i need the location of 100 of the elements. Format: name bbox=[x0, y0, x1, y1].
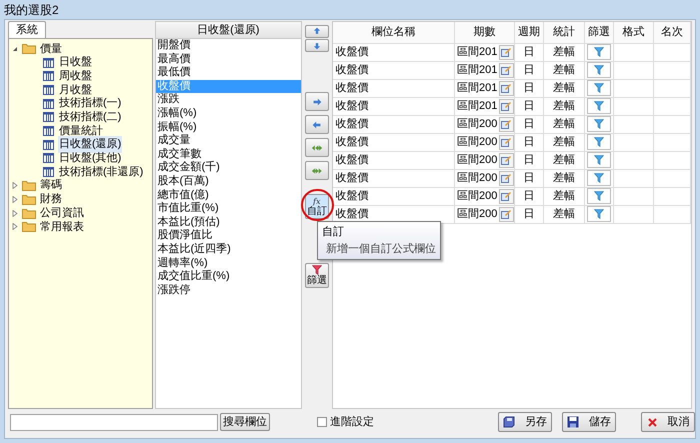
advanced-settings-label: 進階設定 bbox=[330, 414, 374, 430]
field-list-item[interactable]: 漲幅(%) bbox=[156, 106, 302, 121]
filter-cell-button[interactable] bbox=[587, 152, 612, 168]
edit-button[interactable] bbox=[499, 134, 514, 150]
edit-button[interactable] bbox=[499, 152, 514, 168]
field-list-item[interactable]: 最高價 bbox=[156, 52, 302, 66]
edit-button[interactable] bbox=[499, 80, 514, 96]
filter-cell-button[interactable] bbox=[587, 44, 612, 60]
add-all-button[interactable] bbox=[304, 161, 329, 180]
cancel-button[interactable]: 取消 bbox=[641, 412, 695, 432]
search-fields-button[interactable]: 搜尋欄位 bbox=[220, 413, 270, 431]
funnel-icon bbox=[594, 137, 604, 147]
filter-cell-button[interactable] bbox=[587, 188, 612, 204]
field-list-item[interactable]: 漲跌 bbox=[156, 93, 302, 107]
table-icon bbox=[43, 167, 54, 178]
move-down-button[interactable] bbox=[304, 39, 329, 52]
window-title: 我的選股2 bbox=[4, 2, 59, 18]
table-cell: 收盤價 bbox=[332, 151, 455, 169]
field-list-item[interactable]: 成交值比重(%) bbox=[156, 270, 302, 284]
table-cell: 日 bbox=[514, 115, 544, 133]
funnel-icon bbox=[594, 209, 604, 219]
edit-button[interactable] bbox=[499, 170, 514, 186]
table-cell: 差幅 bbox=[544, 43, 585, 61]
move-up-button[interactable] bbox=[304, 25, 329, 38]
column-header[interactable]: 統計 bbox=[544, 22, 585, 43]
expand-arrow-icon[interactable] bbox=[12, 196, 18, 203]
table-cell-text: 區間200 bbox=[457, 170, 498, 186]
table-icon bbox=[43, 140, 54, 150]
table-cell-text: 區間200 bbox=[457, 134, 498, 150]
advanced-checkbox[interactable] bbox=[317, 417, 327, 427]
edit-button[interactable] bbox=[499, 62, 514, 78]
table-cell: 日 bbox=[514, 187, 544, 205]
edit-icon bbox=[501, 101, 512, 111]
tree-item[interactable]: 日收盤(還原) bbox=[58, 136, 122, 153]
table-icon bbox=[43, 98, 54, 109]
column-header[interactable]: 格式 bbox=[614, 22, 654, 43]
remove-button[interactable] bbox=[304, 115, 329, 134]
tree-folder[interactable]: 常用報表 bbox=[40, 218, 84, 236]
filter-cell-button[interactable] bbox=[587, 170, 612, 186]
table-icon bbox=[43, 126, 54, 136]
edit-button[interactable] bbox=[499, 116, 514, 132]
remove-all-button[interactable] bbox=[304, 138, 329, 157]
filter-cell-button[interactable] bbox=[587, 98, 612, 114]
column-header[interactable]: 名次 bbox=[654, 22, 691, 43]
column-header[interactable]: 欄位名稱 bbox=[332, 22, 455, 43]
system-tab[interactable]: 系統 bbox=[8, 21, 46, 38]
expand-arrow-icon[interactable] bbox=[12, 210, 18, 217]
table-icon bbox=[43, 112, 54, 122]
list-header: 日收盤(還原) bbox=[156, 22, 302, 39]
edit-icon bbox=[501, 119, 512, 129]
column-header[interactable]: 篩選 bbox=[584, 22, 614, 43]
custom-formula-button[interactable]: fx 自訂 bbox=[304, 194, 329, 219]
edit-button[interactable] bbox=[499, 188, 514, 204]
filter-cell-button[interactable] bbox=[587, 116, 612, 132]
table-cell: 差幅 bbox=[544, 187, 585, 205]
filter-cell-button[interactable] bbox=[587, 206, 612, 222]
field-list-item[interactable]: 總市值(億) bbox=[156, 188, 302, 202]
field-list-item[interactable]: 股價淨值比 bbox=[156, 229, 302, 243]
field-list-item[interactable]: 股本(百萬) bbox=[156, 174, 302, 189]
save-as-button[interactable]: 另存 bbox=[498, 412, 552, 432]
expand-arrow-icon[interactable] bbox=[12, 223, 18, 230]
table-cell: 差幅 bbox=[544, 97, 585, 115]
filter-button[interactable]: 篩選 bbox=[304, 263, 329, 288]
edit-button[interactable] bbox=[499, 206, 514, 222]
field-list-item[interactable]: 漲跌停 bbox=[156, 284, 302, 298]
table-icon bbox=[43, 58, 54, 68]
field-list-item[interactable]: 本益比(預估) bbox=[156, 216, 302, 230]
search-field[interactable] bbox=[10, 414, 218, 430]
field-list-item[interactable]: 最低價 bbox=[156, 66, 302, 80]
table-cell: 差幅 bbox=[544, 61, 585, 79]
table-icon bbox=[43, 84, 54, 95]
column-header[interactable]: 期數 bbox=[454, 22, 515, 43]
table-cell: 日 bbox=[514, 151, 544, 169]
table-cell: 日 bbox=[514, 79, 544, 97]
filter-cell-button[interactable] bbox=[587, 134, 612, 150]
filter-cell-button[interactable] bbox=[587, 80, 612, 96]
edit-button[interactable] bbox=[499, 44, 514, 60]
field-list-item[interactable]: 週轉率(%) bbox=[156, 256, 302, 270]
edit-icon bbox=[501, 137, 512, 147]
table-cell-text: 區間200 bbox=[457, 116, 498, 132]
table-cell-text: 區間201 bbox=[457, 80, 498, 96]
filter-cell-button[interactable] bbox=[587, 62, 612, 78]
table-cell: 差幅 bbox=[544, 115, 585, 133]
field-list-item[interactable]: 開盤價 bbox=[156, 39, 302, 53]
field-list-item[interactable]: 成交量 bbox=[156, 134, 302, 148]
add-button[interactable] bbox=[304, 92, 329, 111]
collapse-arrow-icon[interactable] bbox=[12, 46, 18, 52]
expand-arrow-icon[interactable] bbox=[12, 182, 18, 190]
column-header[interactable]: 週期 bbox=[514, 22, 544, 43]
table-cell: 日 bbox=[514, 169, 544, 187]
edit-button[interactable] bbox=[499, 98, 514, 114]
field-list-item[interactable]: 成交筆數 bbox=[156, 148, 302, 162]
field-list-item[interactable]: 本益比(近四季) bbox=[156, 242, 302, 256]
folder-icon bbox=[22, 194, 36, 205]
field-list-item[interactable]: 市值比重(%) bbox=[156, 202, 302, 216]
table-cell: 收盤價 bbox=[332, 43, 455, 61]
table-cell: 日 bbox=[514, 133, 544, 151]
save-button[interactable]: 儲存 bbox=[562, 412, 616, 432]
field-list-item[interactable]: 振幅(%) bbox=[156, 120, 302, 134]
field-list-item[interactable]: 成交金額(千) bbox=[156, 161, 302, 175]
